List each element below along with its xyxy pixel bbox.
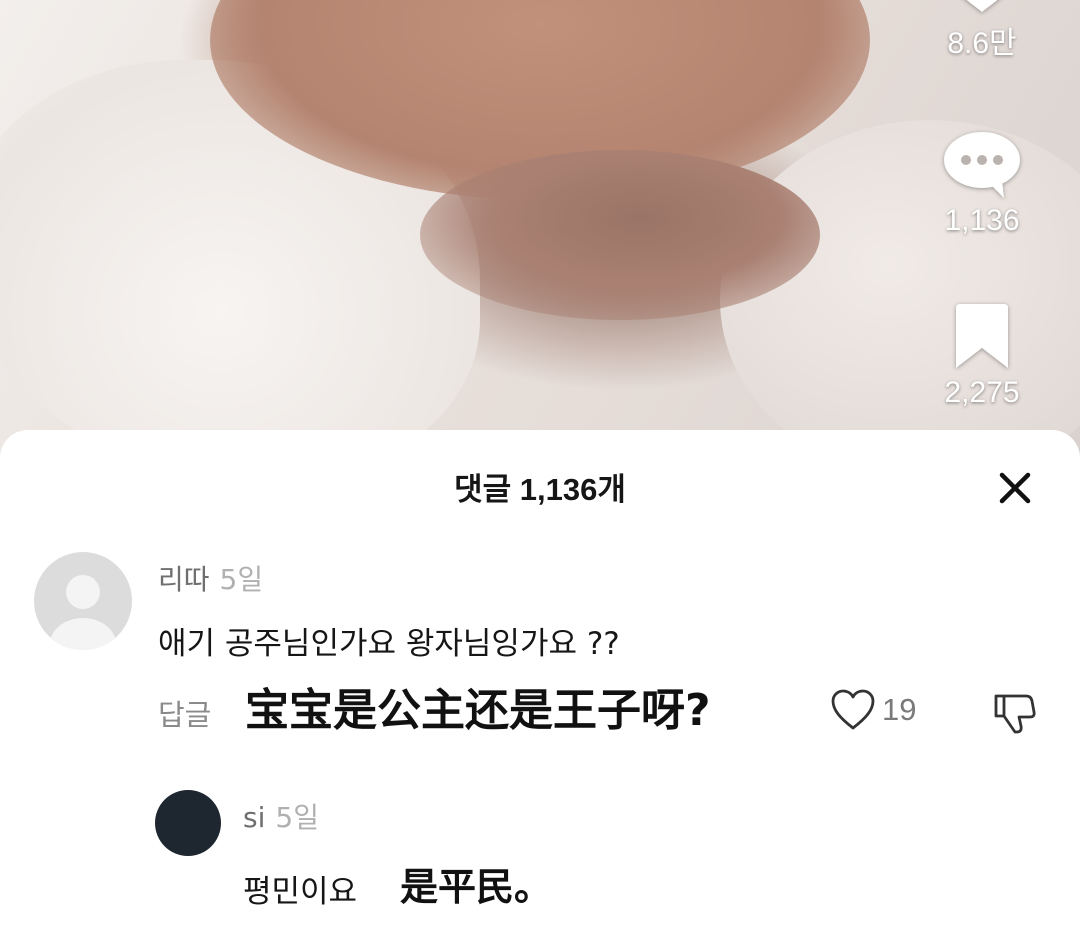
comment-bubble-icon[interactable] xyxy=(922,130,1042,204)
comments-sheet-title: 댓글 1,136개 xyxy=(454,472,626,507)
reply-avatar[interactable] xyxy=(155,790,221,856)
heart-outline-icon[interactable] xyxy=(830,688,876,732)
comment-dislike-button[interactable] xyxy=(990,688,1038,740)
comment-text: 애기 공주님인가요 왕자님잉가요 ?? xyxy=(158,626,620,662)
comment-author-line: 리따 5일 xyxy=(158,558,263,598)
bookmark-icon[interactable] xyxy=(922,302,1042,376)
close-icon[interactable] xyxy=(995,468,1035,508)
comment-count: 1,136 xyxy=(944,204,1020,237)
default-avatar-icon xyxy=(50,575,116,650)
reply-translation-caption: 是平民。 xyxy=(400,865,553,909)
reply-text: 평민이요 xyxy=(243,874,358,910)
comment-translation-caption: 宝宝是公主还是王子呀? xyxy=(245,685,711,736)
reply-username[interactable]: si xyxy=(243,801,265,834)
save-action[interactable]: 2,275 xyxy=(922,302,1042,410)
comment-like-button[interactable] xyxy=(830,688,876,736)
comments-sheet: 댓글 1,136개 리따 5일 애기 공주님인가요 왕자님잉가요 ?? 답글 宝宝… xyxy=(0,430,1080,939)
thumbs-down-icon[interactable] xyxy=(990,688,1038,736)
comment-username[interactable]: 리따 xyxy=(158,563,210,596)
action-rail: 8.6만 1,136 2,275 xyxy=(880,0,1080,460)
comment-like-count: 19 xyxy=(882,692,917,727)
like-count: 8.6만 xyxy=(947,27,1017,60)
video-frame-neck xyxy=(420,150,820,320)
like-action[interactable]: 8.6만 xyxy=(922,0,1042,62)
close-button[interactable] xyxy=(995,468,1035,508)
reply-author-line: si 5일 xyxy=(243,796,319,836)
comment-action[interactable]: 1,136 xyxy=(922,130,1042,238)
comment-time: 5일 xyxy=(219,563,264,596)
avatar[interactable] xyxy=(34,552,132,650)
save-count: 2,275 xyxy=(944,376,1020,409)
reply-time: 5일 xyxy=(275,801,319,834)
heart-icon[interactable] xyxy=(922,0,1042,18)
reply-button[interactable]: 답글 xyxy=(158,692,211,734)
